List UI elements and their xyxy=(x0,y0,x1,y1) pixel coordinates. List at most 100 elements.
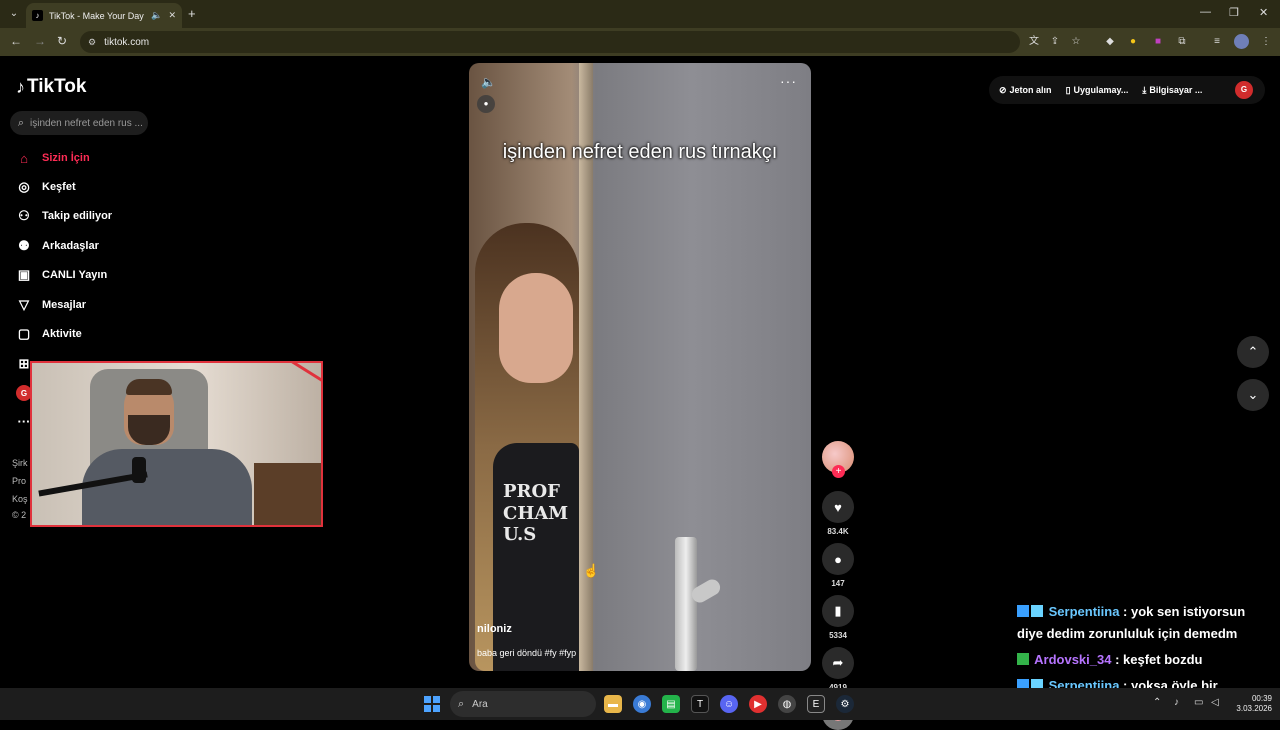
clock-time: 00:39 xyxy=(1251,694,1272,703)
bookmark-icon: ▮ xyxy=(834,603,842,618)
discord-icon[interactable]: ☺ xyxy=(720,695,738,713)
get-coins-link[interactable]: ⊘ Jeton alın xyxy=(999,85,1052,96)
address-bar[interactable]: ⚙ tiktok.com xyxy=(80,31,1020,53)
reload-button[interactable]: ↻ xyxy=(57,34,67,48)
file-explorer-icon[interactable]: ▬ xyxy=(604,695,622,713)
chat-message: Serpentiina : yok sen istiyorsun diye de… xyxy=(1017,601,1273,645)
sidebar-item-live[interactable]: ▣ CANLI Yayın xyxy=(16,267,107,283)
webcam-person-body xyxy=(82,449,252,525)
browser-toolbar: ← → ↻ ⚙ tiktok.com 文 ⇪ ☆ ◆ ● ■ ⧉ ≡ ⋮ xyxy=(0,28,1280,56)
follow-plus-icon[interactable]: + xyxy=(832,465,845,478)
get-app-label: Uygulamay... xyxy=(1073,85,1129,95)
logo-text: TikTok xyxy=(27,76,87,97)
volume-icon[interactable]: 🔈 xyxy=(481,75,496,89)
webcam-person-beard xyxy=(128,415,170,445)
sidebar-item-friends[interactable]: ⚉ Arkadaşlar xyxy=(16,238,99,254)
tiktok-logo[interactable]: ♪ TikTok xyxy=(16,76,86,98)
chat-text: : keşfet bozdu xyxy=(1115,652,1203,667)
clock-date: 3.03.2026 xyxy=(1236,704,1272,713)
sidebar-item-activity[interactable]: ▢ Aktivite xyxy=(16,326,82,342)
get-app-link[interactable]: ▯ Uygulamay... xyxy=(1066,85,1129,96)
extension-purple-icon[interactable]: ■ xyxy=(1151,35,1165,49)
sidebar-item-for-you[interactable]: ⌂ Sizin İçin xyxy=(16,150,90,166)
close-window-button[interactable]: ✕ xyxy=(1259,6,1268,19)
chrome-taskbar-icon[interactable]: ◉ xyxy=(633,695,651,713)
sidebar-item-label: Aktivite xyxy=(42,328,82,340)
bookmark-star-icon[interactable]: ☆ xyxy=(1069,35,1083,49)
live-icon: ▣ xyxy=(17,267,31,282)
sidebar-item-label: Arkadaşlar xyxy=(42,240,99,252)
webcam-red-decoration xyxy=(272,363,321,389)
volume-slider-dot[interactable]: ● xyxy=(477,95,495,113)
obs-icon[interactable]: ◍ xyxy=(778,695,796,713)
microphone-icon[interactable]: ♪ xyxy=(1174,697,1179,708)
header-links: ⊘ Jeton alın ▯ Uygulamay... ⤓ Bilgisayar… xyxy=(989,76,1265,104)
comment-button[interactable]: ● xyxy=(822,543,854,575)
download-icon: ⤓ xyxy=(1142,84,1147,95)
messages-icon: ▽ xyxy=(19,297,29,312)
sidebar-item-explore[interactable]: ◎ Keşfet xyxy=(16,179,76,195)
new-tab-button[interactable]: + xyxy=(188,6,196,21)
translate-icon[interactable]: 文 xyxy=(1027,35,1041,49)
video-person-face xyxy=(499,273,573,383)
footer-link-terms[interactable]: Koş xyxy=(12,494,28,504)
video-caption-overlay: işinden nefret eden rus tırnakçı xyxy=(502,141,778,163)
sidebar-item-label: CANLI Yayın xyxy=(42,269,108,281)
video-shirt-print: PROF CHAM U.S xyxy=(503,481,569,546)
desktop-app-link[interactable]: ⤓ Bilgisayar ... xyxy=(1142,85,1202,96)
network-icon[interactable]: ▭ xyxy=(1194,697,1203,708)
minimize-button[interactable]: — xyxy=(1200,6,1211,18)
tiktok-page: ♪ TikTok ⌕ işinden nefret eden rus ... ⌂… xyxy=(0,56,1280,730)
extensions-puzzle-icon[interactable]: ⧉ xyxy=(1175,35,1189,49)
chrome-profile-avatar[interactable] xyxy=(1234,34,1249,49)
taskbar-search-text: Ara xyxy=(472,698,488,710)
comment-count: 147 xyxy=(831,579,845,588)
video-author[interactable]: niloniz xyxy=(477,623,512,635)
tab-close-icon[interactable]: ✕ xyxy=(168,10,176,21)
footer-copyright: © 2 xyxy=(12,510,27,520)
search-icon: ⌕ xyxy=(17,116,25,129)
next-video-button[interactable]: ⌄ xyxy=(1237,379,1269,411)
chrome-menu-icon[interactable]: ⋮ xyxy=(1259,35,1273,49)
steam-icon[interactable]: ⚙ xyxy=(836,695,854,713)
green-app-icon[interactable]: ▤ xyxy=(662,695,680,713)
sidebar-item-messages[interactable]: ▽ Mesajlar xyxy=(16,297,86,313)
previous-video-button[interactable]: ⌃ xyxy=(1237,336,1269,368)
user-avatar[interactable]: G xyxy=(1235,81,1253,99)
sidebar-item-following[interactable]: ⚇ Takip ediliyor xyxy=(16,208,112,224)
sidebar-item-label: Keşfet xyxy=(42,181,76,193)
cast-icon[interactable]: ⇪ xyxy=(1048,35,1062,49)
extension-diamond-icon[interactable]: ◆ xyxy=(1103,35,1117,49)
share-button[interactable]: ➦ xyxy=(822,647,854,679)
speaker-icon[interactable]: ◁ xyxy=(1211,697,1219,708)
activity-icon: ▢ xyxy=(17,326,31,341)
tray-chevron-icon[interactable]: ⌃ xyxy=(1153,697,1161,708)
media-player-icon[interactable]: ▶ xyxy=(749,695,767,713)
like-count: 83.4K xyxy=(827,527,849,536)
save-count: 5334 xyxy=(829,631,847,640)
back-button[interactable]: ← xyxy=(10,34,22,48)
tab-tiktok[interactable]: ♪ TikTok - Make Your Day 🔈 ✕ xyxy=(26,3,182,28)
chat-badge-icon xyxy=(1017,605,1029,617)
epic-games-icon[interactable]: E xyxy=(807,695,825,713)
windows-start-icon[interactable] xyxy=(424,696,440,712)
taskbar-search[interactable]: ⌕ Ara xyxy=(450,691,596,717)
search-input[interactable]: ⌕ işinden nefret eden rus ... xyxy=(10,111,148,135)
footer-link-company[interactable]: Şirk xyxy=(12,458,28,468)
tab-audio-icon[interactable]: 🔈 xyxy=(151,10,162,21)
tab-list-button[interactable]: ⌄ xyxy=(6,6,22,22)
restore-button[interactable]: ❐ xyxy=(1229,6,1239,19)
tradingview-icon[interactable]: T xyxy=(691,695,709,713)
video-player[interactable]: PROF CHAM U.S işinden nefret eden rus tı… xyxy=(469,63,811,671)
more-options-icon[interactable]: ··· xyxy=(780,73,797,89)
chat-badge-icon xyxy=(1017,653,1029,665)
footer-link-program[interactable]: Pro xyxy=(12,476,26,486)
like-button[interactable]: ♥ xyxy=(822,491,854,523)
reading-list-icon[interactable]: ≡ xyxy=(1210,35,1224,49)
save-button[interactable]: ▮ xyxy=(822,595,854,627)
extension-yellow-icon[interactable]: ● xyxy=(1126,35,1140,49)
share-arrow-icon: ➦ xyxy=(832,655,844,670)
forward-button[interactable]: → xyxy=(34,34,46,48)
site-info-icon[interactable]: ⚙ xyxy=(88,37,96,48)
system-clock[interactable]: 00:39 3.03.2026 xyxy=(1232,694,1272,714)
